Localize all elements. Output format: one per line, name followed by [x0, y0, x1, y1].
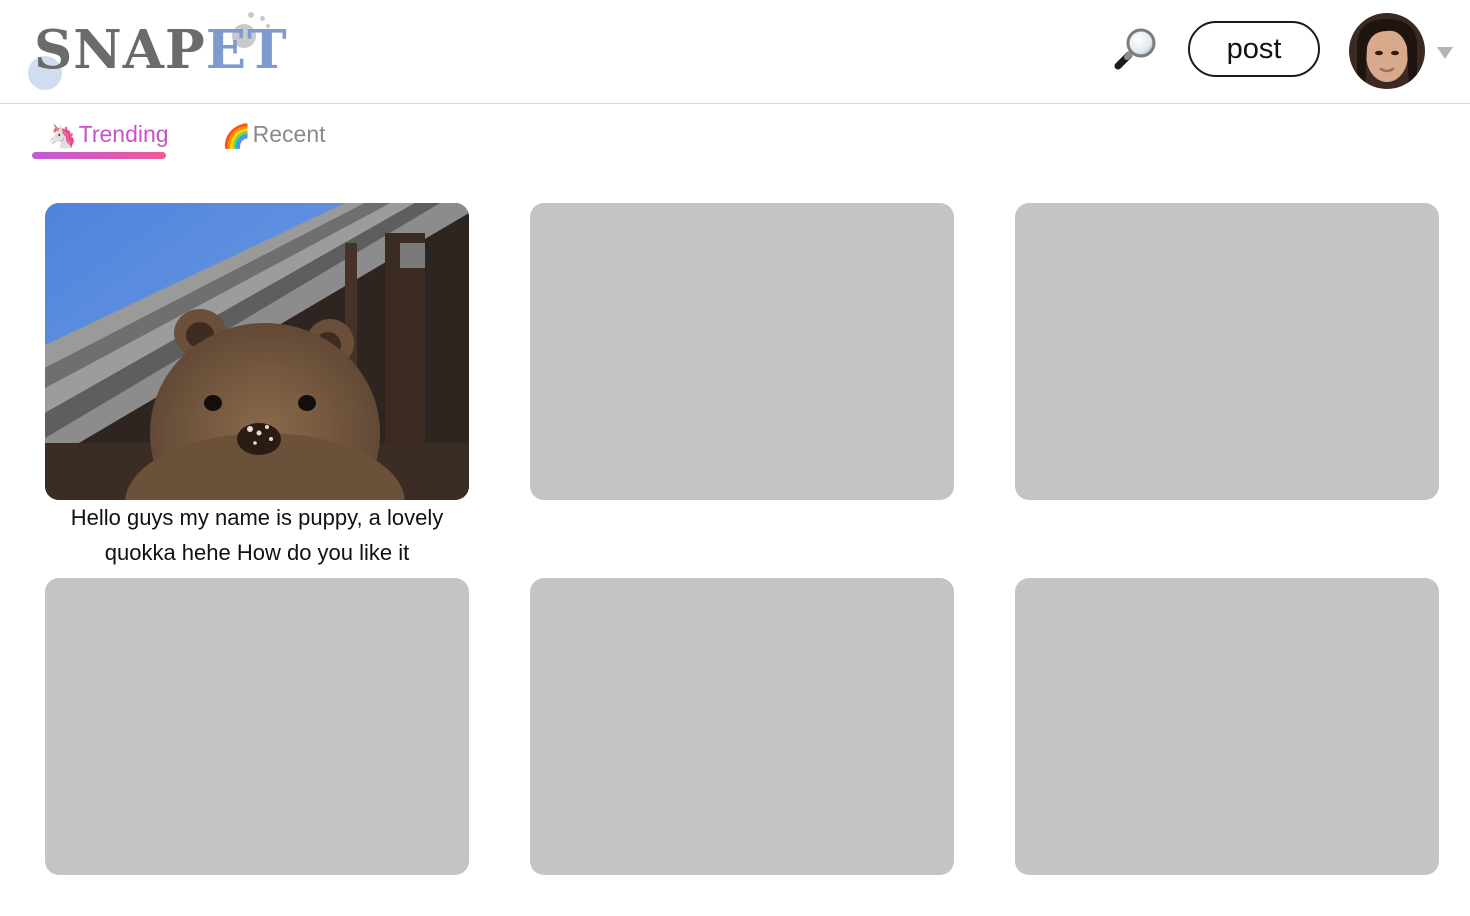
active-tab-underline	[32, 152, 166, 159]
search-icon[interactable]	[1112, 26, 1160, 72]
post-card-quokka[interactable]	[45, 203, 469, 500]
post-button[interactable]: post	[1188, 21, 1320, 77]
avatar[interactable]	[1349, 13, 1425, 89]
post-card-placeholder[interactable]	[45, 578, 469, 875]
logo-text-part2: ET	[205, 19, 288, 81]
post-card-placeholder[interactable]	[530, 203, 954, 500]
chevron-down-icon[interactable]	[1437, 47, 1453, 59]
post-card-placeholder[interactable]	[530, 578, 954, 875]
logo-text-part1: SNAP	[34, 19, 206, 81]
snapet-logo[interactable]: SNAPET	[26, 12, 287, 90]
post-card-placeholder[interactable]	[1015, 578, 1439, 875]
tab-trending[interactable]: 🦄Trending	[48, 118, 169, 152]
tab-recent-label: Recent	[252, 121, 326, 147]
tab-recent[interactable]: 🌈Recent	[222, 118, 326, 152]
top-bar: SNAPET post	[0, 0, 1470, 104]
logo-wordmark: SNAPET	[34, 18, 288, 82]
quokka-photo	[45, 203, 469, 500]
post-caption: Hello guys my name is puppy, a lovely qu…	[70, 505, 444, 565]
post-card-placeholder[interactable]	[1015, 203, 1439, 500]
rainbow-icon: 🌈	[222, 122, 251, 149]
unicorn-icon: 🦄	[48, 122, 77, 149]
tab-trending-label: Trending	[78, 121, 169, 147]
